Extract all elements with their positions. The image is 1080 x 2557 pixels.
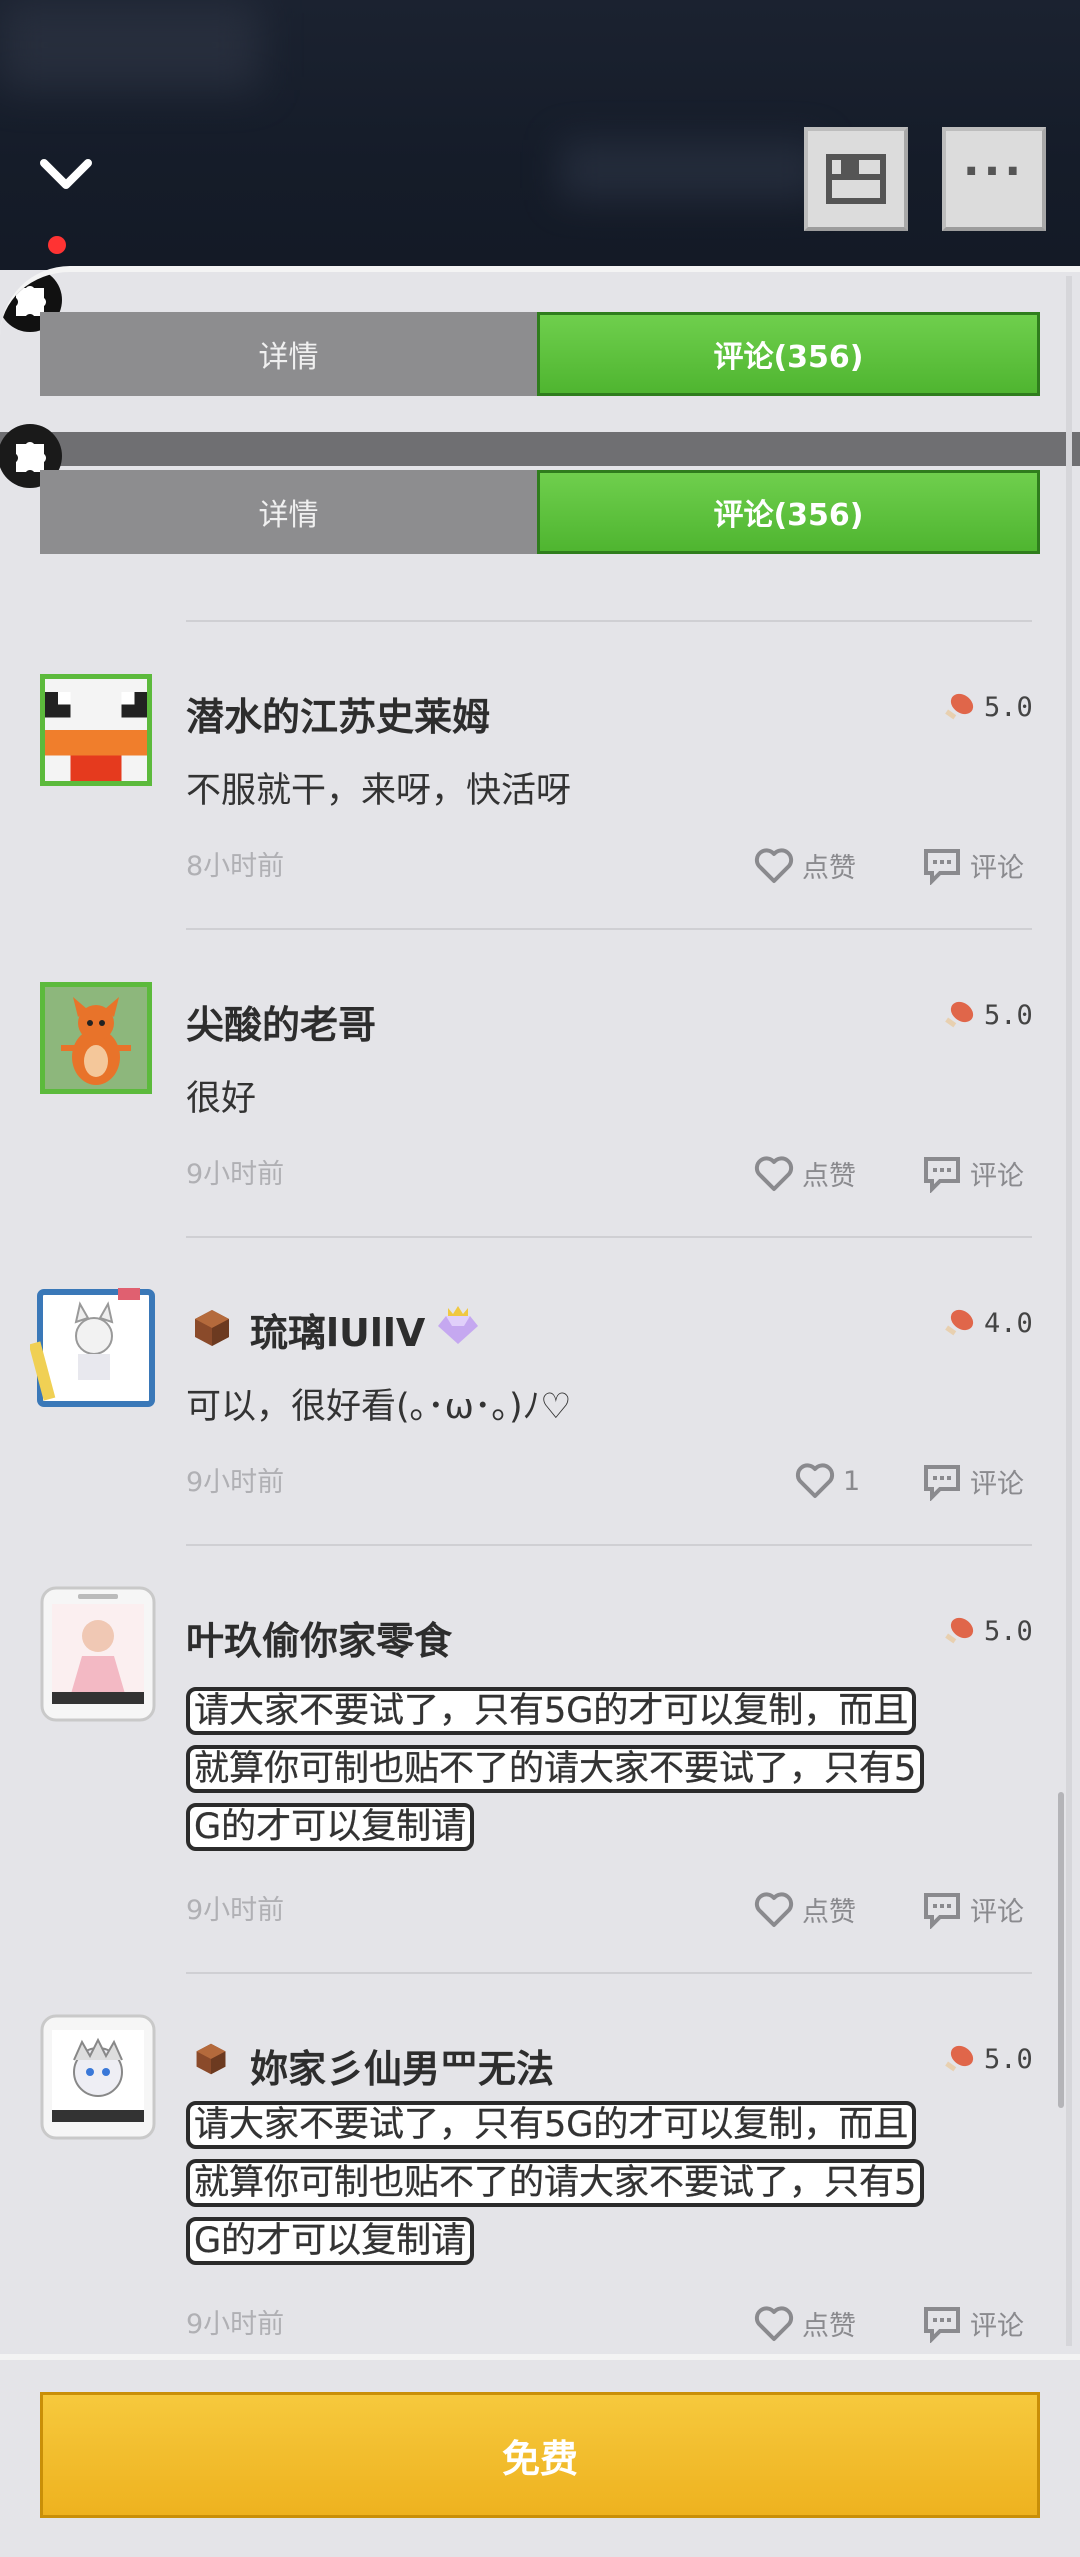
list-divider [186, 620, 1032, 622]
comment-text-line: 就算你可制也贴不了的请大家不要试了，只有5 [186, 1745, 925, 1793]
drumstick-icon [945, 1617, 974, 1644]
folder-icon [826, 154, 886, 204]
heart-icon [754, 1155, 794, 1191]
drumstick-icon [945, 2045, 974, 2072]
detail-panel: 详情 评论(356) 详情 评论(356) 潜水的江苏史莱姆 5.0 不服就干，… [0, 266, 1080, 2557]
heart-icon [754, 847, 794, 883]
heart-icon [795, 1463, 835, 1498]
avatar[interactable] [38, 2012, 158, 2142]
comment-author[interactable]: 潜水的江苏史莱姆 [186, 686, 490, 741]
list-divider [186, 1972, 1032, 1974]
sticky-tab-comments[interactable]: 评论(356) [537, 470, 1040, 554]
reply-button[interactable]: 评论 [922, 1462, 1024, 1501]
comment-icon [924, 1156, 960, 1193]
like-button[interactable]: 点赞 [754, 846, 856, 885]
avatar[interactable] [38, 1584, 158, 1724]
list-divider [186, 1236, 1032, 1238]
comment-text: 不服就干，来呀，快活呀 [186, 771, 572, 811]
rating-value: 5.0 [984, 691, 1033, 723]
reply-label: 评论 [970, 1469, 1024, 1500]
like-button[interactable]: 点赞 [754, 1154, 856, 1193]
reply-button[interactable]: 评论 [922, 1154, 1024, 1193]
tab-details[interactable]: 详情 [40, 312, 537, 396]
cube-badge-icon [195, 1310, 229, 1346]
heart-icon [754, 2305, 794, 2341]
notification-dot [48, 236, 66, 254]
more-button[interactable]: ··· [942, 127, 1046, 231]
list-divider [186, 928, 1032, 930]
comment-text: 可以，很好看(｡･ω･｡)ﾉ♡ [186, 1387, 572, 1427]
like-button[interactable]: 点赞 [754, 1890, 856, 1929]
rating-value: 4.0 [984, 1307, 1033, 1339]
comment-text-line: G的才可以复制请 [186, 2217, 475, 2265]
comment-author[interactable]: 叶玖偷你家零食 [186, 1610, 452, 1665]
avatar[interactable] [30, 1282, 158, 1410]
reply-label: 评论 [970, 1897, 1024, 1928]
drumstick-icon [945, 1309, 974, 1336]
like-count: 1 [843, 1465, 861, 1497]
like-label: 点赞 [802, 1161, 856, 1192]
reply-button[interactable]: 评论 [922, 1890, 1024, 1929]
drumstick-icon [945, 693, 974, 720]
comment-time: 9小时前 [186, 1159, 285, 1190]
comment-time: 9小时前 [186, 2309, 285, 2340]
comment-text-line: G的才可以复制请 [186, 1803, 475, 1851]
avatar[interactable] [40, 982, 152, 1094]
blurred-title [560, 140, 820, 200]
comment-text-line: 请大家不要试了，只有5G的才可以复制，而且 [186, 2101, 917, 2149]
gem-badge-icon [438, 1306, 478, 1344]
comment-time: 8小时前 [186, 851, 285, 882]
comment-author[interactable]: 琉璃lUllV [250, 1302, 425, 1357]
comment-author[interactable]: 尖酸的老哥 [186, 994, 376, 1049]
drumstick-icon [945, 1001, 974, 1028]
comment-icon [924, 2306, 960, 2343]
comment-text: 请大家不要试了，只有5G的才可以复制，而且 就算你可制也贴不了的请大家不要试了，… [186, 2096, 1032, 2270]
rating-value: 5.0 [984, 2043, 1033, 2075]
tab-bar: 详情 评论(356) [40, 312, 1040, 396]
rating: 4.0 [942, 1306, 1033, 1340]
reply-button[interactable]: 评论 [922, 2304, 1024, 2343]
sticky-tab-details[interactable]: 详情 [40, 470, 537, 554]
comment-icon [924, 848, 960, 885]
heart-icon [754, 1891, 794, 1927]
reply-label: 评论 [970, 853, 1024, 884]
like-label: 点赞 [802, 853, 856, 884]
comment-text-line: 请大家不要试了，只有5G的才可以复制，而且 [186, 1687, 917, 1735]
tab-comments[interactable]: 评论(356) [537, 312, 1040, 396]
comment-time: 9小时前 [186, 1467, 285, 1498]
folder-button[interactable] [804, 127, 908, 231]
like-button[interactable]: 点赞 [754, 2304, 856, 2343]
rating-value: 5.0 [984, 999, 1033, 1031]
rating-value: 5.0 [984, 1615, 1033, 1647]
comment-text-line: 就算你可制也贴不了的请大家不要试了，只有5 [186, 2159, 925, 2207]
list-divider [186, 1544, 1032, 1546]
comment-icon [924, 1464, 960, 1501]
comment-time: 9小时前 [186, 1895, 285, 1926]
rating: 5.0 [942, 998, 1033, 1032]
like-label: 点赞 [802, 1897, 856, 1928]
comment-text: 请大家不要试了，只有5G的才可以复制，而且 就算你可制也贴不了的请大家不要试了，… [186, 1682, 1032, 1856]
comment-text: 很好 [186, 1079, 257, 1119]
sticky-tab-background [0, 432, 1080, 466]
top-header: ··· [0, 0, 1080, 270]
rating: 5.0 [942, 690, 1033, 724]
reply-button[interactable]: 评论 [922, 846, 1024, 885]
more-icon: ··· [962, 146, 1026, 197]
avatar[interactable] [40, 674, 152, 786]
reply-label: 评论 [970, 1161, 1024, 1192]
like-label: 点赞 [802, 2311, 856, 2342]
comment-icon [924, 1892, 960, 1929]
rating: 5.0 [942, 2042, 1033, 2076]
comment-author[interactable]: 妳家彡仙男罒无法 [250, 2038, 554, 2093]
blurred-banner [0, 0, 260, 90]
cube-badge-icon [196, 2043, 226, 2075]
free-download-button[interactable]: 免费 [40, 2392, 1040, 2518]
scrollbar-track [1066, 276, 1072, 2346]
scrollbar-thumb[interactable] [1058, 1792, 1064, 2108]
rating: 5.0 [942, 1614, 1033, 1648]
reply-label: 评论 [970, 2311, 1024, 2342]
sticky-tab-bar: 详情 评论(356) [40, 470, 1040, 554]
chevron-down-icon[interactable] [38, 155, 94, 195]
like-button[interactable]: 1 [795, 1462, 860, 1500]
